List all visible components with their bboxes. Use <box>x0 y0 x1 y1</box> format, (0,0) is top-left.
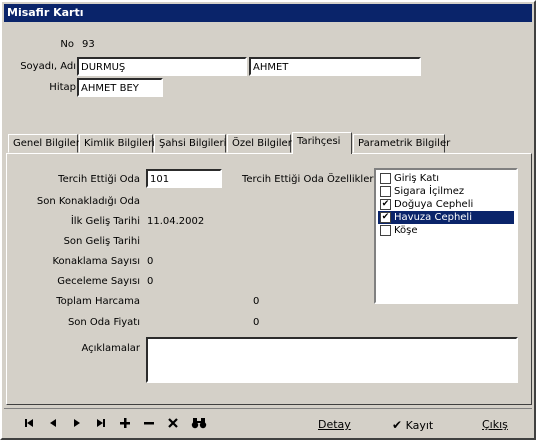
feature-checkbox[interactable] <box>380 173 391 184</box>
feature-item-east-facing[interactable]: ✔ Doğuya Cepheli <box>378 198 514 211</box>
notes-label: Açıklamalar <box>81 343 140 354</box>
feature-checkbox[interactable]: ✔ <box>380 199 391 210</box>
total-spend-value: 0 <box>253 296 260 307</box>
last-record-icon[interactable] <box>94 417 108 433</box>
room-features-list[interactable]: Giriş Katı Sigara İçilmez ✔ Doğuya Cephe… <box>374 168 518 304</box>
binoculars-icon[interactable] <box>190 417 208 433</box>
first-record-icon[interactable] <box>22 417 36 433</box>
title-field[interactable]: AHMET BEY <box>77 78 163 97</box>
last-room-price-label: Son Oda Fiyatı <box>67 317 140 328</box>
surname-label: Soyadı, Adı <box>20 61 76 72</box>
feature-label: Sigara İçilmez <box>394 186 465 197</box>
notes-field[interactable] <box>146 337 518 383</box>
preferred-room-label: Tercih Ettiği Oda <box>58 174 140 185</box>
feature-item-non-smoking[interactable]: Sigara İçilmez <box>378 185 514 198</box>
next-record-icon[interactable] <box>70 417 84 433</box>
checkmark-icon: ✔ <box>392 418 403 432</box>
save-label: Kayıt <box>405 419 434 432</box>
cancel-icon[interactable] <box>166 417 180 433</box>
first-arrival-value: 11.04.2002 <box>147 216 205 227</box>
navigation-toolbar: Detay ✔ Kayıt Çıkış <box>4 408 532 438</box>
surname-field[interactable]: DURMUŞ <box>77 57 247 76</box>
tab-parametric[interactable]: Parametrik Bilgiler <box>353 134 450 153</box>
name-field[interactable]: AHMET <box>249 57 421 76</box>
no-label: No <box>60 39 74 50</box>
exit-button[interactable]: Çıkış <box>482 418 508 432</box>
total-spend-label: Toplam Harcama <box>56 296 140 307</box>
feature-checkbox[interactable] <box>380 225 391 236</box>
exit-label: Çıkış <box>482 418 508 431</box>
last-room-price-value: 0 <box>253 317 260 328</box>
detail-label: Detay <box>318 418 351 431</box>
last-arrival-label: Son Geliş Tarihi <box>63 236 140 247</box>
preferred-room-field[interactable]: 101 <box>146 169 222 188</box>
nights-label: Geceleme Sayısı <box>57 276 140 287</box>
first-arrival-label: İlk Geliş Tarihi <box>70 216 140 227</box>
nights-value: 0 <box>147 276 154 287</box>
window-title: Misafir Kartı <box>4 4 532 22</box>
feature-label: Giriş Katı <box>394 173 440 184</box>
feature-item-corner[interactable]: Köşe <box>378 224 514 237</box>
stay-count-label: Konaklama Sayısı <box>52 256 140 267</box>
tab-personal[interactable]: Şahsi Bilgileri <box>154 134 226 153</box>
last-room-label: Son Konakladığı Oda <box>36 196 140 207</box>
title-label: Hitap <box>49 82 76 93</box>
previous-record-icon[interactable] <box>46 417 60 433</box>
tab-history[interactable]: Tarihçesi <box>292 132 352 154</box>
feature-label: Doğuya Cepheli <box>394 199 474 210</box>
feature-item-ground-floor[interactable]: Giriş Katı <box>378 172 514 185</box>
save-button[interactable]: ✔ Kayıt <box>392 418 433 433</box>
guest-card-window: Misafir Kartı No 93 Soyadı, Adı DURMUŞ A… <box>0 0 536 440</box>
feature-checkbox[interactable]: ✔ <box>380 212 391 223</box>
tab-special[interactable]: Özel Bilgiler <box>227 134 292 153</box>
tab-identity[interactable]: Kimlik Bilgileri <box>79 134 155 153</box>
room-features-label: Tercih Ettiği Oda Özellikleri <box>242 174 377 185</box>
feature-item-pool-facing[interactable]: ✔ Havuza Cepheli <box>378 211 514 224</box>
add-icon[interactable] <box>118 417 132 433</box>
delete-icon[interactable] <box>142 417 156 433</box>
tab-general[interactable]: Genel Bilgiler <box>8 134 80 153</box>
feature-label: Havuza Cepheli <box>394 212 472 223</box>
feature-label: Köşe <box>394 225 418 236</box>
guest-no-value: 93 <box>82 39 95 50</box>
stay-count-value: 0 <box>147 256 154 267</box>
feature-checkbox[interactable] <box>380 186 391 197</box>
detail-button[interactable]: Detay <box>318 418 351 432</box>
